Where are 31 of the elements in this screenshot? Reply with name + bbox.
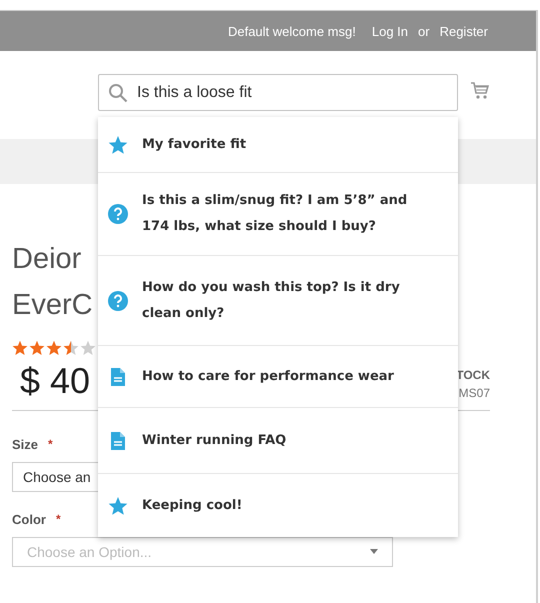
- suggestion-item[interactable]: My favorite fit: [98, 117, 458, 173]
- rating-star: [63, 340, 79, 356]
- dropdown-arrow-icon: [370, 549, 378, 555]
- search-icon: [108, 83, 128, 103]
- product-title: EverC: [12, 288, 93, 323]
- suggestion-item[interactable]: How to care for performance wear: [98, 346, 458, 408]
- question-icon: [108, 290, 128, 310]
- rating-star: [12, 340, 28, 356]
- stock-status: TOCK: [456, 368, 490, 382]
- product-title: Deior: [12, 242, 82, 277]
- rating-star: [80, 340, 96, 356]
- required-mark: *: [48, 437, 53, 452]
- sku-text: MS07: [458, 386, 490, 400]
- document-icon: [108, 430, 128, 450]
- price: $ 40: [20, 360, 90, 402]
- welcome-message: Default welcome msg!: [228, 24, 356, 38]
- suggestion-item[interactable]: How do you wash this top? Is it dry clean only?: [98, 256, 458, 346]
- rating-star: [46, 340, 62, 356]
- search-field[interactable]: Is this a loose fit: [98, 74, 458, 111]
- or-text: or: [418, 24, 430, 38]
- suggestion-item[interactable]: Winter running FAQ: [98, 408, 458, 474]
- required-mark: *: [56, 512, 61, 527]
- star-icon: [108, 496, 128, 516]
- question-icon: [108, 204, 128, 224]
- cart-icon[interactable]: [470, 81, 490, 101]
- rating-star: [29, 340, 45, 356]
- star-icon: [108, 134, 128, 154]
- option-label: Size: [12, 437, 38, 452]
- document-icon: [108, 366, 128, 386]
- suggestion-item[interactable]: Is this a slim/snug fit? I am 5’8” and 174 lbs, what size should I buy?: [98, 173, 458, 256]
- option-label: Color: [12, 512, 46, 527]
